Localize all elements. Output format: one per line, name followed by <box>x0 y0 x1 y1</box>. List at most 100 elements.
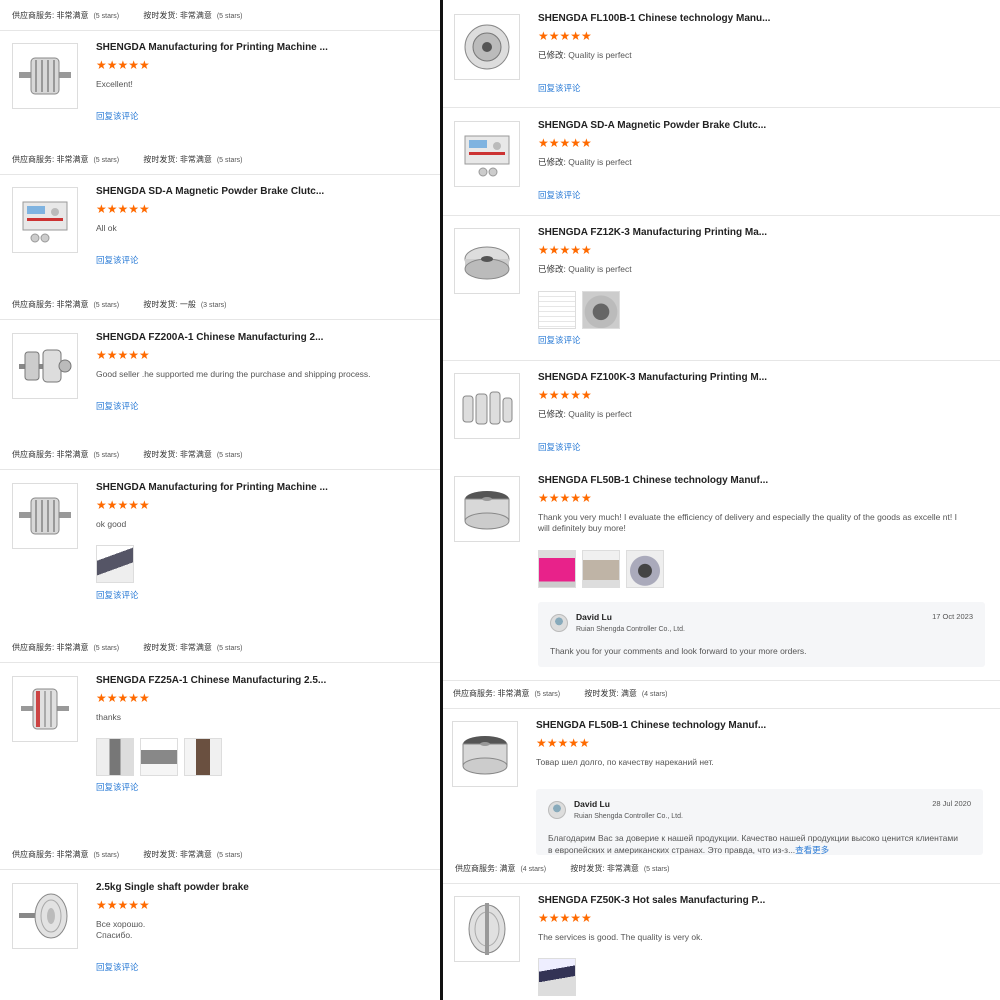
review-photos <box>538 291 620 329</box>
review-text: Good seller .he supported me during the … <box>96 369 371 379</box>
star-rating: ★★★★★ <box>538 243 592 257</box>
review-text: 已修改: Quality is perfect <box>538 264 632 274</box>
review-photos <box>96 738 222 776</box>
product-thumbnail[interactable] <box>12 187 78 253</box>
review-text: 已修改: Quality is perfect <box>538 157 632 167</box>
star-rating: ★★★★★ <box>536 736 590 750</box>
product-title[interactable]: SHENGDA FZ100K-3 Manufacturing Printing … <box>538 372 767 383</box>
review-photo[interactable] <box>538 291 576 329</box>
rating-meta: 供应商服务: 非常满意 (5 stars) 按时发货: 非常满意 (5 stars) <box>12 450 243 459</box>
star-rating: ★★★★★ <box>96 58 150 72</box>
review-photo[interactable] <box>184 738 222 776</box>
seller-avatar <box>550 614 568 632</box>
left-review-column: 供应商服务: 非常满意 (5 stars) 按时发货: 非常满意 (5 stars)… <box>0 0 440 1000</box>
right-review-column: SHENGDA FL100B-1 Chinese technology Manu… <box>443 0 1000 1000</box>
seller-name: David Lu <box>576 612 612 622</box>
reply-review-link[interactable]: 回复该评论 <box>538 189 581 201</box>
product-thumbnail[interactable] <box>454 121 520 187</box>
reply-review-link[interactable]: 回复该评论 <box>538 441 581 453</box>
seller-company: Ruian Shengda Controller Co., Ltd. <box>574 813 683 820</box>
review-photo[interactable] <box>582 550 620 588</box>
product-title[interactable]: SHENGDA FZ200A-1 Chinese Manufacturing 2… <box>96 332 323 343</box>
product-title[interactable]: SHENGDA SD-A Magnetic Powder Brake Clutc… <box>96 186 324 197</box>
star-rating: ★★★★★ <box>96 348 150 362</box>
reply-review-link[interactable]: 回复该评论 <box>96 400 139 412</box>
reply-review-link[interactable]: 回复该评论 <box>538 334 581 346</box>
product-thumbnail[interactable] <box>454 896 520 962</box>
review-text: The services is good. The quality is ver… <box>538 932 703 942</box>
reply-review-link[interactable]: 回复该评论 <box>538 82 581 94</box>
product-title[interactable]: SHENGDA FZ12K-3 Manufacturing Printing M… <box>538 227 767 238</box>
product-thumbnail[interactable] <box>454 14 520 80</box>
star-rating: ★★★★★ <box>96 898 150 912</box>
seller-company: Ruian Shengda Controller Co., Ltd. <box>576 626 685 633</box>
review-photos <box>96 545 134 583</box>
review-text: All ok <box>96 223 117 233</box>
review-photo[interactable] <box>96 738 134 776</box>
star-rating: ★★★★★ <box>538 491 592 505</box>
product-title[interactable]: SHENGDA Manufacturing for Printing Machi… <box>96 42 328 53</box>
review-photos <box>538 550 664 588</box>
product-title[interactable]: SHENGDA FL50B-1 Chinese technology Manuf… <box>538 475 768 486</box>
product-thumbnail[interactable] <box>12 483 78 549</box>
rating-meta: 供应商服务: 非常满意 (5 stars) 按时发货: 非常满意 (5 stars) <box>12 850 243 859</box>
product-title[interactable]: SHENGDA Manufacturing for Printing Machi… <box>96 482 328 493</box>
see-more-link[interactable]: 查看更多 <box>795 845 829 855</box>
review-text: 已修改: Quality is perfect <box>538 50 632 60</box>
star-rating: ★★★★★ <box>538 136 592 150</box>
review-photo[interactable] <box>96 545 134 583</box>
product-title[interactable]: SHENGDA SD-A Magnetic Powder Brake Clutc… <box>538 120 766 131</box>
reply-date: 17 Oct 2023 <box>932 612 973 621</box>
product-title[interactable]: SHENGDA FZ25A-1 Chinese Manufacturing 2.… <box>96 675 326 686</box>
review-text: 已修改: Quality is perfect <box>538 409 632 419</box>
star-rating: ★★★★★ <box>96 202 150 216</box>
seller-reply: David Lu Ruian Shengda Controller Co., L… <box>536 789 983 855</box>
seller-reply: David Lu Ruian Shengda Controller Co., L… <box>538 602 985 667</box>
product-thumbnail[interactable] <box>12 883 78 949</box>
reply-message: Thank you for your comments and look for… <box>550 646 807 656</box>
rating-meta: 供应商服务: 非常满意 (5 stars) 按时发货: 非常满意 (5 stars) <box>12 643 243 652</box>
review-photos <box>538 958 576 996</box>
star-rating: ★★★★★ <box>96 498 150 512</box>
star-rating: ★★★★★ <box>538 911 592 925</box>
review-photo[interactable] <box>538 550 576 588</box>
reply-review-link[interactable]: 回复该评论 <box>96 589 139 601</box>
reply-review-link[interactable]: 回复该评论 <box>96 961 139 973</box>
product-title[interactable]: SHENGDA FZ50K-3 Hot sales Manufacturing … <box>538 895 765 906</box>
rating-meta: 供应商服务: 满意 (4 stars) 按时发货: 非常满意 (5 stars) <box>455 864 670 873</box>
review-text: Excellent! <box>96 79 133 89</box>
review-text: thanks <box>96 712 122 722</box>
seller-avatar <box>548 801 566 819</box>
product-thumbnail[interactable] <box>12 676 78 742</box>
product-thumbnail[interactable] <box>12 43 78 109</box>
product-thumbnail[interactable] <box>454 476 520 542</box>
rating-meta: 供应商服务: 非常满意 (5 stars) 按时发货: 非常满意 (5 stars) <box>12 11 243 20</box>
product-title[interactable]: SHENGDA FL100B-1 Chinese technology Manu… <box>538 13 770 24</box>
review-text: Товар шел долго, по качеству нареканий н… <box>536 757 714 767</box>
rating-meta: 供应商服务: 非常满意 (5 stars) 按时发货: 非常满意 (5 stars) <box>12 155 243 164</box>
product-thumbnail[interactable] <box>454 228 520 294</box>
review-text: Thank you very much! I evaluate the effi… <box>538 512 957 533</box>
star-rating: ★★★★★ <box>96 691 150 705</box>
reply-review-link[interactable]: 回复该评论 <box>96 110 139 122</box>
product-thumbnail[interactable] <box>12 333 78 399</box>
product-title[interactable]: SHENGDA FL50B-1 Chinese technology Manuf… <box>536 720 766 731</box>
product-title[interactable]: 2.5kg Single shaft powder brake <box>96 882 249 893</box>
reply-message: Благодарим Вас за доверие к нашей продук… <box>548 833 958 855</box>
rating-meta: 供应商服务: 非常满意 (5 stars) 按时发货: 满意 (4 stars) <box>453 689 668 698</box>
review-text: ok good <box>96 519 127 529</box>
product-thumbnail[interactable] <box>452 721 518 787</box>
review-photo[interactable] <box>140 738 178 776</box>
rating-meta: 供应商服务: 非常满意 (5 stars) 按时发货: 一般 (3 stars) <box>12 300 227 309</box>
review-text: Все хорошо. Спасибо. <box>96 919 146 940</box>
seller-name: David Lu <box>574 799 610 809</box>
reply-date: 28 Jul 2020 <box>932 799 971 808</box>
reply-review-link[interactable]: 回复该评论 <box>96 781 139 793</box>
review-photo[interactable] <box>582 291 620 329</box>
product-thumbnail[interactable] <box>454 373 520 439</box>
review-photo[interactable] <box>538 958 576 996</box>
star-rating: ★★★★★ <box>538 29 592 43</box>
review-photo[interactable] <box>626 550 664 588</box>
star-rating: ★★★★★ <box>538 388 592 402</box>
reply-review-link[interactable]: 回复该评论 <box>96 254 139 266</box>
